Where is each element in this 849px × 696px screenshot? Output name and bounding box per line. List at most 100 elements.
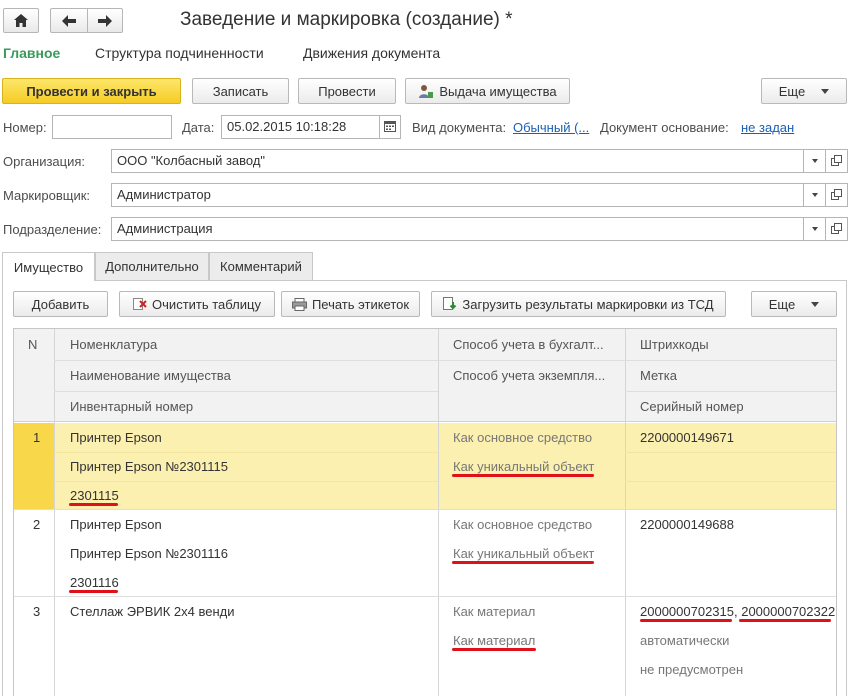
department-field[interactable]: Администрация (111, 217, 804, 241)
annotation-underline (69, 503, 118, 506)
accounting-method-cell[interactable]: Как основное средство (453, 430, 592, 445)
inventory-number-cell[interactable]: 2301116 (70, 575, 119, 590)
chevron-down-icon (811, 193, 818, 197)
annotation-underline (452, 474, 594, 477)
page-title: Заведение и маркировка (создание) * (180, 9, 513, 30)
save-button[interactable]: Записать (192, 78, 289, 104)
property-name-cell[interactable]: Принтер Epson №2301116 (70, 546, 228, 561)
accounting-method-cell[interactable]: Как основное средство (453, 517, 592, 532)
marker-label: Маркировщик: (3, 188, 91, 203)
add-row-button[interactable]: Добавить (13, 291, 108, 317)
department-dropdown[interactable] (804, 217, 826, 241)
table-more-label: Еще (768, 296, 796, 312)
header-tag[interactable]: Метка (640, 368, 677, 383)
calendar-button[interactable] (379, 115, 401, 139)
chevron-down-icon (811, 159, 818, 163)
row-number: 3 (33, 604, 41, 619)
print-labels-button[interactable]: Печать этикеток (281, 291, 420, 317)
header-accounting-method[interactable]: Способ учета в бухгалт... (453, 337, 604, 352)
organization-field[interactable]: ООО "Колбасный завод" (111, 149, 804, 173)
header-serial-number[interactable]: Серийный номер (640, 399, 744, 414)
more-button[interactable]: Еще (761, 78, 847, 104)
instance-accounting-cell[interactable]: Как уникальный объект (453, 459, 594, 474)
annotation-underline (640, 619, 732, 622)
chevron-down-icon (811, 227, 818, 231)
tag-cell[interactable]: автоматически (640, 633, 729, 648)
barcode-cell[interactable]: 2200000149671 (640, 430, 734, 445)
tab-additional[interactable]: Дополнительно (95, 252, 209, 280)
department-open-button[interactable] (826, 217, 848, 241)
column-divider (625, 329, 626, 696)
tab-comment[interactable]: Комментарий (209, 252, 313, 280)
barcode-cell[interactable]: 2200000149688 (640, 517, 734, 532)
basis-label: Документ основание: (600, 120, 729, 135)
annotation-underline (452, 648, 536, 651)
subrow-divider (625, 481, 836, 482)
organization-open-button[interactable] (826, 149, 848, 173)
serial-number-cell[interactable]: не предусмотрен (640, 662, 743, 677)
instance-accounting-cell[interactable]: Как материал (453, 633, 535, 648)
column-divider (438, 329, 439, 696)
inventory-number-cell[interactable]: 2301115 (70, 488, 119, 503)
tab-property[interactable]: Имущество (2, 252, 95, 281)
property-table: N Номенклатура Наименование имущества Ин… (13, 328, 837, 696)
header-inventory-number[interactable]: Инвентарный номер (70, 399, 193, 414)
date-field[interactable]: 05.02.2015 10:18:28 (221, 115, 380, 139)
back-button[interactable] (50, 8, 87, 33)
marker-field[interactable]: Администратор (111, 183, 804, 207)
nomenclature-cell[interactable]: Стеллаж ЭРВИК 2х4 венди (70, 604, 235, 619)
row-divider (14, 509, 836, 510)
person-icon (418, 84, 434, 99)
forward-button[interactable] (87, 8, 123, 33)
section-structure[interactable]: Структура подчиненности (95, 45, 264, 61)
header-barcodes[interactable]: Штрихкоды (640, 337, 709, 352)
arrow-right-icon (98, 14, 112, 27)
barcode-cell[interactable]: 2000000702315, 2000000702322 (640, 604, 835, 619)
row-divider (14, 596, 836, 597)
organization-label: Организация: (3, 154, 86, 169)
header-instance-accounting[interactable]: Способ учета экземпля... (453, 368, 605, 383)
annotation-underline (452, 561, 594, 564)
header-nomenclature[interactable]: Номенклатура (70, 337, 157, 352)
arrow-left-icon (62, 14, 76, 27)
issue-property-label: Выдача имущества (439, 83, 557, 99)
annotation-underline (69, 590, 118, 593)
issue-property-button[interactable]: Выдача имущества (405, 78, 570, 104)
table-more-button[interactable]: Еще (751, 291, 837, 317)
accounting-method-cell[interactable]: Как материал (453, 604, 535, 619)
marker-open-button[interactable] (826, 183, 848, 207)
clear-icon (133, 298, 147, 310)
column-divider (54, 329, 55, 696)
row-number: 1 (33, 430, 41, 445)
subrow-divider (625, 452, 836, 453)
load-marking-results-button[interactable]: Загрузить результаты маркировки из ТСД (431, 291, 726, 317)
clear-table-button[interactable]: Очистить таблицу (119, 291, 275, 317)
section-main[interactable]: Главное (3, 45, 60, 61)
chevron-down-icon (811, 301, 820, 307)
nomenclature-cell[interactable]: Принтер Epson (70, 517, 162, 532)
organization-dropdown[interactable] (804, 149, 826, 173)
number-label: Номер: (3, 120, 47, 135)
header-divider (54, 391, 438, 392)
subrow-divider (54, 481, 438, 482)
doc-type-link[interactable]: Обычный (... (513, 120, 589, 135)
department-label: Подразделение: (3, 222, 102, 237)
open-icon (831, 222, 842, 237)
print-labels-label: Печать этикеток (311, 296, 410, 312)
marker-dropdown[interactable] (804, 183, 826, 207)
header-property-name[interactable]: Наименование имущества (70, 368, 231, 383)
home-button[interactable] (3, 8, 39, 33)
post-and-close-button[interactable]: Провести и закрыть (2, 78, 181, 104)
basis-link[interactable]: не задан (741, 120, 794, 135)
more-label: Еще (778, 83, 806, 99)
section-movements[interactable]: Движения документа (303, 45, 440, 61)
open-icon (831, 154, 842, 169)
instance-accounting-cell[interactable]: Как уникальный объект (453, 546, 594, 561)
property-name-cell[interactable]: Принтер Epson №2301115 (70, 459, 228, 474)
header-n[interactable]: N (28, 337, 37, 352)
post-button[interactable]: Провести (298, 78, 396, 104)
subrow-divider (54, 452, 438, 453)
nomenclature-cell[interactable]: Принтер Epson (70, 430, 162, 445)
number-field[interactable] (52, 115, 172, 139)
annotation-underline (739, 619, 831, 622)
